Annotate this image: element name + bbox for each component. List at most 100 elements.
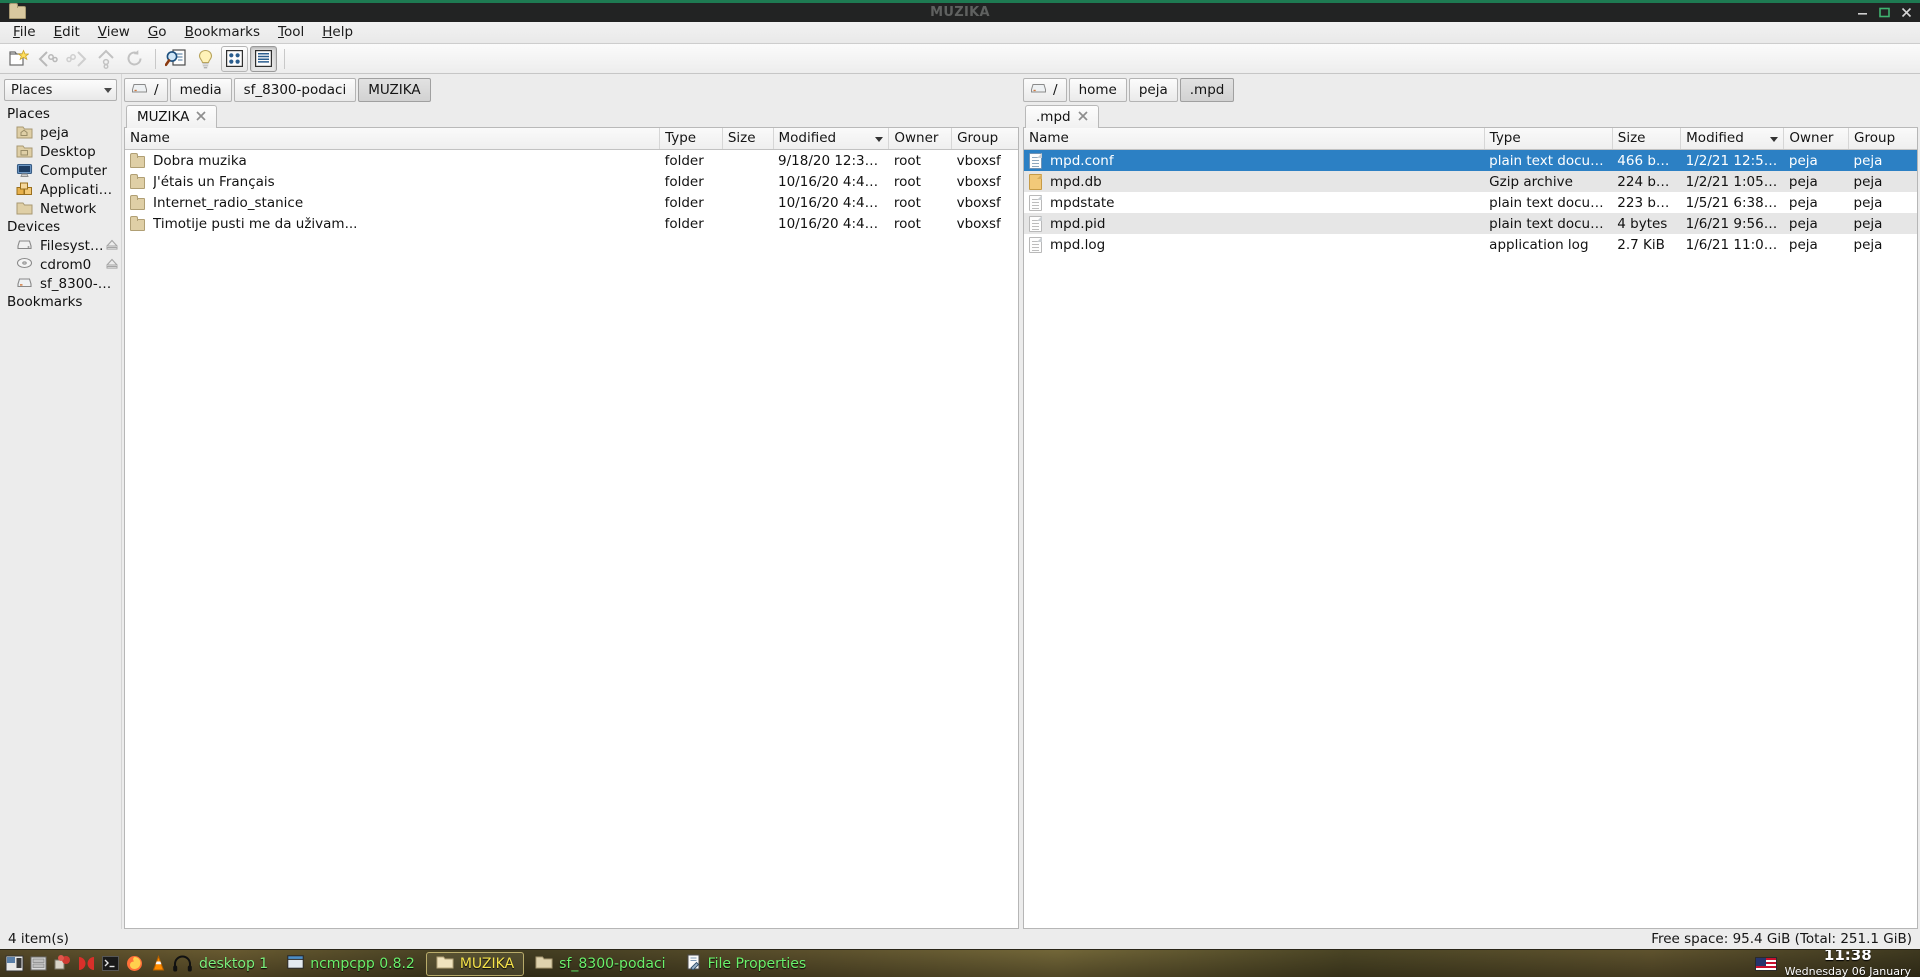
- detailed-list-view-icon[interactable]: [250, 45, 277, 72]
- find-files-icon[interactable]: [163, 46, 190, 72]
- tab-mpd[interactable]: .mpd: [1025, 105, 1099, 128]
- taskbar-window-file-properties[interactable]: File Properties: [677, 952, 816, 976]
- left-file-list[interactable]: Name Type Size Modified Owner Group Dobr…: [124, 128, 1019, 929]
- icon-view-icon[interactable]: [221, 45, 248, 72]
- taskbar-window-muzika[interactable]: MUZIKA: [425, 951, 525, 976]
- breadcrumb-root[interactable]: /: [1023, 78, 1067, 102]
- terminal-icon[interactable]: [99, 953, 121, 975]
- sidebar-item-network[interactable]: Network: [2, 199, 121, 218]
- table-row[interactable]: mpd.conf plain text document 466 bytes 1…: [1024, 149, 1917, 171]
- table-row[interactable]: mpd.db Gzip archive 224 bytes 1/2/21 1:0…: [1024, 171, 1917, 192]
- file-name-cell: Internet_radio_stanice: [125, 192, 660, 213]
- go-forward-icon[interactable]: [63, 46, 90, 72]
- minimize-button[interactable]: [1852, 4, 1872, 22]
- column-header-size[interactable]: Size: [722, 128, 774, 150]
- file-owner: root: [893, 152, 921, 169]
- us-flag-icon[interactable]: [1754, 956, 1777, 971]
- menu-edit[interactable]: Edit: [45, 22, 89, 43]
- main-body: Places Places peja Desktop Computer Appl…: [0, 74, 1920, 929]
- desktop-label[interactable]: desktop 1: [195, 956, 276, 972]
- column-header-name[interactable]: Name: [1024, 128, 1485, 150]
- media-player-icon[interactable]: [75, 953, 97, 975]
- close-icon[interactable]: [1077, 110, 1088, 124]
- column-header-name[interactable]: Name: [125, 128, 661, 150]
- go-back-icon[interactable]: [34, 46, 61, 72]
- sidebar-item-peja[interactable]: peja: [2, 123, 121, 142]
- breadcrumb-home[interactable]: home: [1068, 78, 1127, 102]
- column-header-group[interactable]: Group: [1848, 128, 1917, 150]
- file-modified: 1/6/21 9:56 AM: [1680, 213, 1784, 234]
- go-up-icon[interactable]: [92, 46, 119, 72]
- file-owner: peja: [1788, 194, 1818, 211]
- eject-icon[interactable]: [105, 257, 119, 273]
- file-modified: 1/5/21 6:38 PM: [1685, 194, 1784, 211]
- breadcrumb-peja[interactable]: peja: [1128, 78, 1178, 102]
- breadcrumb-sf-8300-podaci[interactable]: sf_8300-podaci: [233, 78, 357, 102]
- file-group: vboxsf: [956, 194, 1001, 211]
- column-header-owner[interactable]: Owner: [888, 128, 953, 150]
- file-modified: 1/2/21 1:05 PM: [1680, 171, 1784, 192]
- sidebar-item-desktop[interactable]: Desktop: [2, 142, 121, 161]
- bulb-icon[interactable]: [192, 46, 219, 72]
- headphones-icon[interactable]: [171, 953, 193, 975]
- breadcrumb-root[interactable]: /: [124, 78, 168, 102]
- places-selector-value: Places: [11, 82, 53, 98]
- software-center-icon[interactable]: [51, 953, 73, 975]
- file-owner: peja: [1788, 236, 1818, 253]
- menu-bookmarks[interactable]: Bookmarks: [176, 22, 269, 43]
- reload-icon[interactable]: [121, 46, 148, 72]
- menu-help[interactable]: Help: [313, 22, 362, 43]
- vlc-icon[interactable]: [147, 953, 169, 975]
- close-button[interactable]: [1896, 4, 1916, 22]
- file-manager-icon[interactable]: [27, 953, 49, 975]
- sidebar-item-computer[interactable]: Computer: [2, 161, 121, 180]
- column-header-size[interactable]: Size: [1612, 128, 1682, 150]
- places-selector[interactable]: Places: [4, 79, 117, 101]
- file-type: folder: [664, 173, 704, 190]
- table-row[interactable]: mpdstate plain text document 223 bytes 1…: [1024, 192, 1917, 213]
- toolbar-separator-2: [284, 48, 285, 69]
- desktop-folder-icon: [16, 144, 34, 160]
- new-tab-icon[interactable]: [5, 46, 32, 72]
- taskbar-window-ncmpcpp[interactable]: ncmpcpp 0.8.2: [278, 952, 424, 976]
- sidebar-item-cdrom0[interactable]: cdrom0: [2, 255, 121, 274]
- column-header-type[interactable]: Type: [659, 128, 723, 150]
- close-icon[interactable]: [196, 110, 206, 124]
- breadcrumb-media[interactable]: media: [169, 78, 232, 102]
- table-row[interactable]: J'étais un Français folder 10/16/20 4:42…: [125, 171, 1018, 192]
- table-row[interactable]: mpd.log application log 2.7 KiB 1/6/21 1…: [1024, 234, 1917, 255]
- file-type: folder: [664, 215, 704, 232]
- column-header-modified[interactable]: Modified: [773, 128, 890, 150]
- breadcrumb-muzika[interactable]: MUZIKA: [358, 78, 431, 102]
- toolbar: [0, 44, 1920, 74]
- sidebar-item-applications[interactable]: Applications: [2, 180, 121, 199]
- menu-view[interactable]: View: [89, 22, 139, 43]
- right-file-list[interactable]: Name Type Size Modified Owner Group mpd.…: [1023, 128, 1918, 929]
- tab-muzika[interactable]: MUZIKA: [126, 105, 218, 128]
- menu-go[interactable]: Go: [139, 22, 176, 43]
- eject-icon[interactable]: [105, 238, 119, 254]
- firefox-icon[interactable]: [123, 953, 145, 975]
- show-desktop-icon[interactable]: [3, 953, 25, 975]
- menu-file[interactable]: File: [4, 22, 45, 43]
- breadcrumb-mpd[interactable]: .mpd: [1179, 78, 1235, 102]
- sidebar-item-sf-8300-podaci[interactable]: sf_8300-p...: [2, 274, 121, 293]
- table-row[interactable]: Dobra muzika folder 9/18/20 12:37 PM roo…: [125, 150, 1018, 172]
- clock[interactable]: 11:38 Wednesday 06 January: [1785, 950, 1911, 977]
- column-header-owner[interactable]: Owner: [1783, 128, 1850, 150]
- right-table-header-row: Name Type Size Modified Owner Group: [1024, 128, 1917, 150]
- table-row[interactable]: mpd.pid plain text document 4 bytes 1/6/…: [1024, 213, 1917, 234]
- maximize-button[interactable]: [1874, 4, 1894, 22]
- table-row[interactable]: Timotije pusti me da uživam... folder 10…: [125, 213, 1018, 234]
- column-header-type[interactable]: Type: [1484, 128, 1613, 150]
- column-header-modified[interactable]: Modified: [1680, 128, 1785, 150]
- file-size: [722, 192, 773, 213]
- file-name: mpdstate: [1050, 194, 1115, 211]
- column-header-group[interactable]: Group: [951, 128, 1018, 150]
- table-row[interactable]: Internet_radio_stanice folder 10/16/20 4…: [125, 192, 1018, 213]
- file-name-cell: Dobra muzika: [125, 150, 660, 171]
- menu-tool[interactable]: Tool: [269, 22, 313, 43]
- taskbar-window-sf-8300-podaci[interactable]: sf_8300-podaci: [526, 952, 674, 976]
- sidebar-item-label: sf_8300-p...: [40, 275, 118, 292]
- sidebar-item-filesystem[interactable]: Filesyste...: [2, 236, 121, 255]
